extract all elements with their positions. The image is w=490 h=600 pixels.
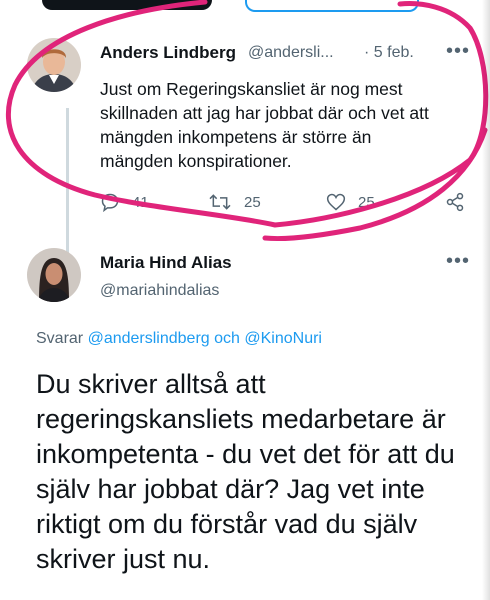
tweet2-author-name[interactable]: Maria Hind Alias (100, 253, 232, 273)
reply-mention-kinonuri[interactable]: @KinoNuri (244, 330, 322, 347)
tweet2-text: Du skriver alltså att regeringskansliets… (36, 369, 455, 574)
replying-to-prefix: Svarar (36, 330, 84, 347)
reply-mention-and: och (214, 330, 240, 347)
tweet2-author-handle[interactable]: @mariahindalias (100, 282, 219, 300)
tweet2-more-icon[interactable]: ••• (446, 250, 470, 273)
avatar-maria-hind-alias[interactable] (27, 248, 81, 302)
avatar-photo (27, 248, 81, 302)
replying-to-line: Svarar @anderslindberg och @KinoNuri (36, 330, 322, 348)
right-edge-shadow (482, 0, 490, 600)
reply-mention-anderslindberg[interactable]: @anderslindberg (88, 330, 210, 347)
pink-annotation-outline (5, 0, 489, 241)
